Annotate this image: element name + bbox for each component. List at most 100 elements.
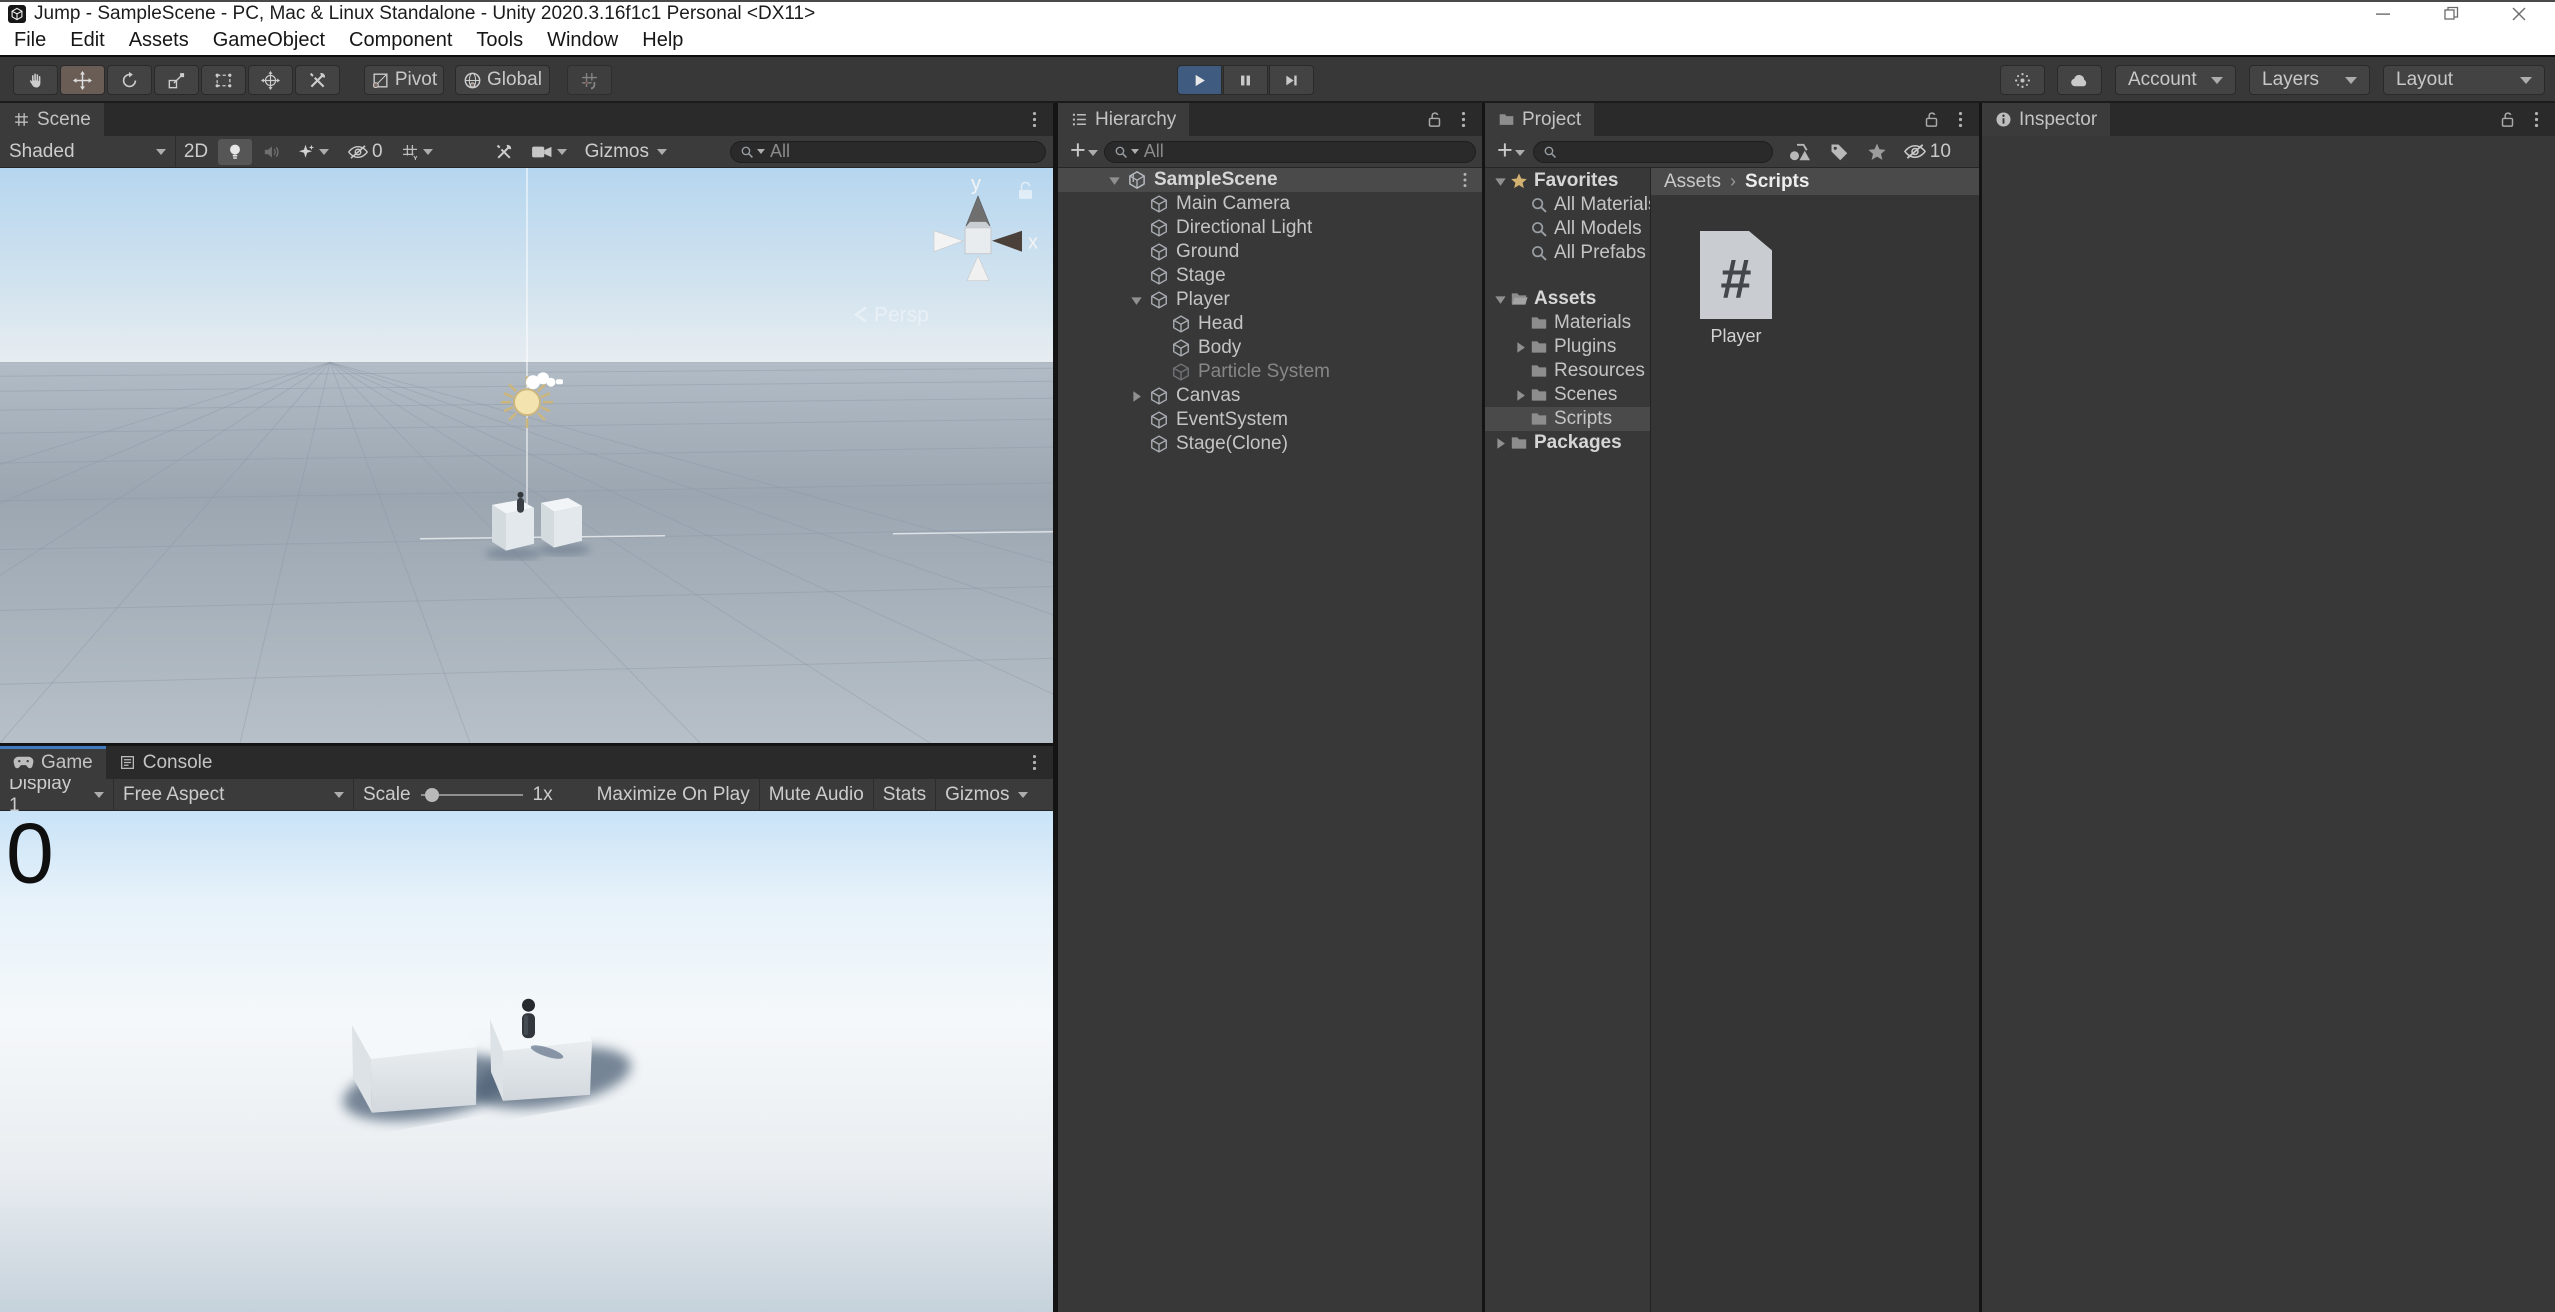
grid-visibility-dropdown[interactable] [392, 136, 442, 167]
project-folder-row[interactable]: Resources [1485, 359, 1650, 383]
display-dropdown[interactable]: Display 1 [0, 779, 114, 810]
create-asset-button[interactable]: + [1491, 140, 1515, 164]
hierarchy-row[interactable]: Player [1058, 288, 1482, 312]
maximize-on-play-toggle[interactable]: Maximize On Play [588, 779, 760, 810]
panel-menu-icon[interactable] [2528, 111, 2545, 128]
collapse-arrow-icon[interactable] [1123, 293, 1149, 307]
hierarchy-row[interactable]: Directional Light [1058, 216, 1482, 240]
aspect-ratio-dropdown[interactable]: Free Aspect [114, 779, 354, 810]
project-folder-row[interactable]: Assets [1485, 287, 1650, 311]
asset-item-player[interactable]: # Player [1681, 231, 1791, 347]
item-menu-icon[interactable] [1458, 172, 1472, 188]
scale-slider[interactable] [421, 787, 523, 803]
hierarchy-row[interactable]: Head [1058, 312, 1482, 336]
rotate-tool-button[interactable] [107, 65, 152, 95]
project-folder-row[interactable]: All Models [1485, 217, 1650, 241]
scene-lighting-toggle[interactable] [218, 139, 252, 165]
menu-file[interactable]: File [2, 26, 58, 55]
hierarchy-row[interactable]: Particle System [1058, 360, 1482, 384]
unlock-icon[interactable] [1426, 111, 1443, 128]
component-tools-button[interactable] [486, 136, 522, 167]
layers-dropdown[interactable]: Layers [2249, 65, 2370, 95]
scene-viewport[interactable]: y x Persp [0, 168, 1053, 743]
hand-tool-button[interactable] [13, 65, 58, 95]
expand-arrow-icon[interactable] [1510, 388, 1530, 402]
cloud-services-button[interactable] [2057, 65, 2102, 95]
play-button[interactable] [1177, 65, 1222, 95]
menu-window[interactable]: Window [535, 26, 630, 55]
effects-dropdown[interactable] [288, 136, 338, 167]
tab-inspector[interactable]: Inspector [1982, 103, 2110, 136]
scale-tool-button[interactable] [154, 65, 199, 95]
2d-toggle[interactable]: 2D [176, 136, 216, 167]
game-viewport[interactable]: 0 [0, 811, 1053, 1312]
menu-help[interactable]: Help [630, 26, 695, 55]
stats-toggle[interactable]: Stats [874, 779, 936, 810]
project-folder-row[interactable]: Scenes [1485, 383, 1650, 407]
hierarchy-row[interactable]: Main Camera [1058, 192, 1482, 216]
panel-menu-icon[interactable] [1952, 111, 1969, 128]
scene-gizmos-dropdown[interactable]: Gizmos [576, 136, 676, 167]
project-folder-row[interactable]: Favorites [1485, 169, 1650, 193]
hidden-objects-toggle[interactable]: 0 [338, 136, 392, 167]
favorites-filter-icon[interactable] [1867, 142, 1887, 162]
search-by-type-button[interactable] [1787, 142, 1813, 162]
custom-tool-button[interactable] [295, 65, 340, 95]
menu-gameobject[interactable]: GameObject [201, 26, 337, 55]
unlock-icon[interactable] [2499, 111, 2516, 128]
transform-tool-button[interactable] [248, 65, 293, 95]
rect-tool-button[interactable] [201, 65, 246, 95]
hierarchy-row[interactable]: Body [1058, 336, 1482, 360]
global-toggle-button[interactable]: Global [455, 65, 550, 95]
layout-dropdown[interactable]: Layout [2383, 65, 2545, 95]
chevron-down-icon[interactable] [1088, 150, 1098, 156]
tab-game[interactable]: Game [0, 746, 106, 779]
expand-arrow-icon[interactable] [1490, 436, 1510, 450]
expand-arrow-icon[interactable] [1123, 389, 1149, 403]
pause-button[interactable] [1223, 65, 1268, 95]
menu-assets[interactable]: Assets [117, 26, 201, 55]
slider-knob[interactable] [425, 788, 439, 802]
menu-component[interactable]: Component [337, 26, 464, 55]
project-search-input[interactable] [1533, 141, 1773, 163]
shading-mode-dropdown[interactable]: Shaded [0, 136, 176, 167]
tab-scene[interactable]: Scene [0, 103, 104, 136]
hierarchy-search-input[interactable]: All [1104, 141, 1476, 163]
project-folder-row[interactable]: Scripts [1485, 407, 1650, 431]
search-by-label-button[interactable] [1829, 142, 1849, 162]
collapse-arrow-icon[interactable] [1490, 292, 1510, 306]
tab-console[interactable]: Console [106, 746, 226, 779]
hierarchy-row[interactable]: Canvas [1058, 384, 1482, 408]
step-button[interactable] [1269, 65, 1314, 95]
chevron-down-icon[interactable] [1515, 150, 1525, 156]
project-folder-row[interactable]: All Materials [1485, 193, 1650, 217]
menu-edit[interactable]: Edit [58, 26, 116, 55]
expand-arrow-icon[interactable] [1510, 340, 1530, 354]
hierarchy-row[interactable]: SampleScene [1058, 168, 1482, 192]
panel-menu-icon[interactable] [1026, 111, 1043, 128]
project-folder-row[interactable]: Materials [1485, 311, 1650, 335]
breadcrumb-current[interactable]: Scripts [1745, 171, 1809, 193]
scene-audio-toggle[interactable] [254, 136, 288, 167]
project-folder-row[interactable]: Packages [1485, 431, 1650, 455]
project-folder-row[interactable]: Plugins [1485, 335, 1650, 359]
hierarchy-row[interactable]: Ground [1058, 240, 1482, 264]
mute-audio-toggle[interactable]: Mute Audio [760, 779, 874, 810]
restore-button[interactable] [2441, 4, 2461, 24]
unlock-icon[interactable] [1923, 111, 1940, 128]
pivot-toggle-button[interactable]: Pivot [364, 65, 444, 95]
hidden-packages-toggle[interactable]: 10 [1903, 141, 1951, 163]
account-dropdown[interactable]: Account [2115, 65, 2236, 95]
panel-menu-icon[interactable] [1026, 754, 1043, 771]
game-gizmos-dropdown[interactable]: Gizmos [936, 779, 1036, 810]
hierarchy-row[interactable]: Stage(Clone) [1058, 432, 1482, 456]
collapse-arrow-icon[interactable] [1490, 174, 1510, 188]
minimize-button[interactable] [2373, 4, 2393, 24]
scene-search-input[interactable]: All [730, 141, 1046, 163]
collapse-arrow-icon[interactable] [1101, 173, 1127, 187]
close-button[interactable] [2509, 4, 2529, 24]
tab-hierarchy[interactable]: Hierarchy [1058, 103, 1189, 136]
activity-indicator-button[interactable] [2000, 65, 2045, 95]
hierarchy-row[interactable]: Stage [1058, 264, 1482, 288]
scene-camera-dropdown[interactable] [522, 136, 576, 167]
